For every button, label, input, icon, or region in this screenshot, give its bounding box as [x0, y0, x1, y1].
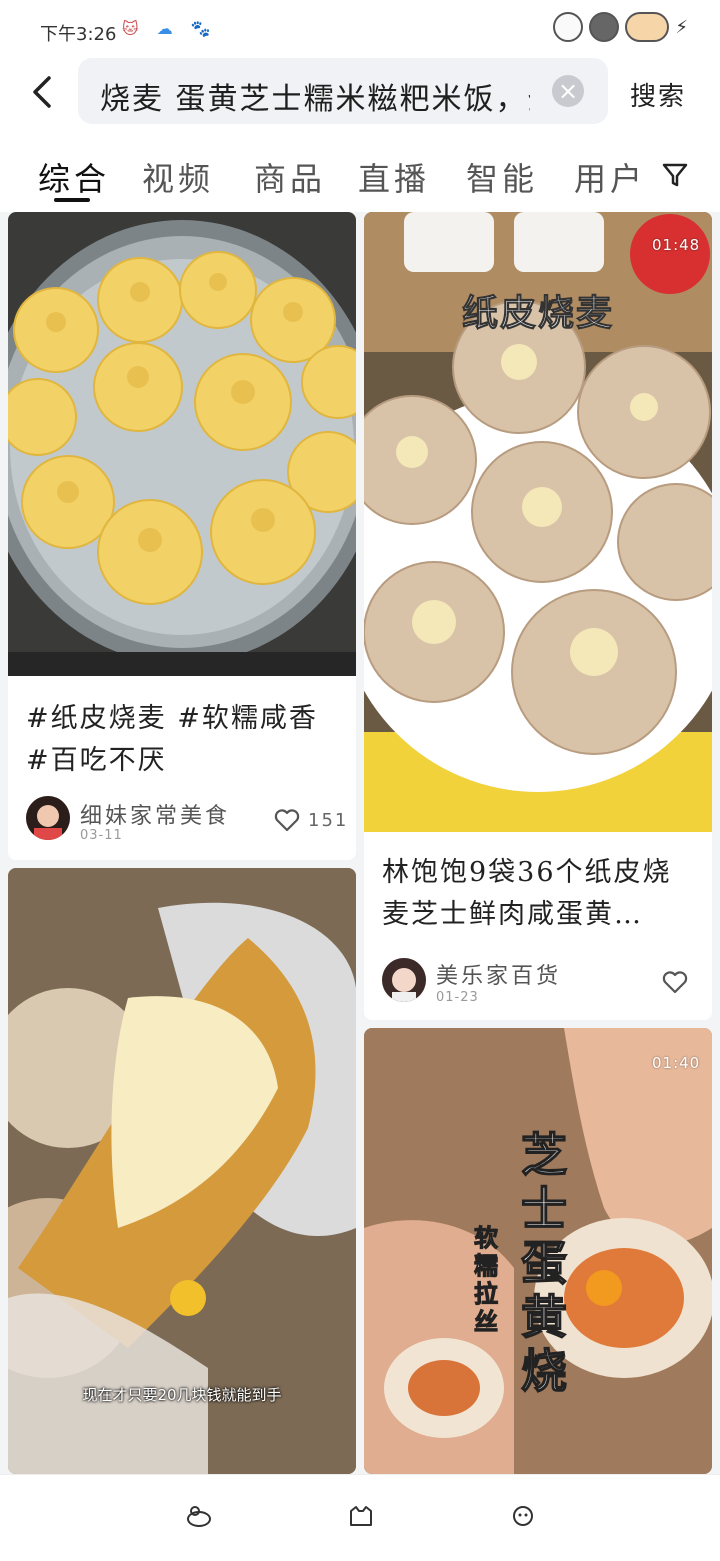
heart-icon[interactable]: [274, 808, 300, 832]
category-tabs: 综合 视频 商品 直播 智能 用户: [0, 146, 720, 206]
video-overlay-title: 芝士蛋黄烧: [520, 1127, 568, 1399]
bottom-navigation: [0, 1474, 720, 1561]
video-subtitle: 现在才只要20几块钱就能到手: [82, 1386, 282, 1404]
fish-pet-icon[interactable]: [510, 1505, 536, 1527]
status-notification-icons: 🐱 ☁ 🐾: [122, 19, 211, 38]
cat-face-icon: 🐱: [122, 19, 139, 38]
duck-pet-icon[interactable]: [186, 1505, 212, 1527]
steamer-dumplings-image: [8, 220, 356, 676]
status-bar: 下午3:26 🐱 ☁ 🐾 ⚡: [0, 0, 720, 60]
video-overlay-title: 纸皮烧麦: [461, 293, 615, 335]
card-caption: #纸皮烧麦 #软糯咸香 #百吃不厌: [26, 703, 318, 776]
cat-pet-icon[interactable]: [348, 1505, 374, 1527]
video-duration: 01:48: [652, 236, 701, 254]
author-name[interactable]: 美乐家百货: [436, 958, 561, 990]
result-card[interactable]: 纸皮烧麦 01:48 林饱饱9袋36个纸皮烧麦芝士鲜肉咸蛋黄… 美乐家百货 01…: [364, 212, 712, 1020]
search-input[interactable]: 烧麦 蛋黄芝士糯米糍粑米饭，蛋 ×: [78, 58, 608, 124]
result-card[interactable]: 芝士蛋黄烧 软糯拉丝 01:40: [364, 1028, 712, 1474]
chevron-left-icon: [33, 76, 51, 108]
fish-pet-icon: [625, 12, 670, 42]
result-card[interactable]: #纸皮烧麦 #软糯咸香 #百吃不厌 细妹家常美食 03-11 151: [8, 212, 356, 860]
heart-icon[interactable]: [662, 970, 688, 994]
tab-smart[interactable]: 智能: [466, 154, 538, 200]
search-query-text[interactable]: 烧麦 蛋黄芝士糯米糍粑米饭，蛋: [100, 74, 530, 118]
search-row: 烧麦 蛋黄芝士糯米糍粑米饭，蛋 × 搜索: [0, 58, 720, 126]
cat-pet-icon: [553, 12, 584, 42]
results-feed: #纸皮烧麦 #软糯咸香 #百吃不厌 细妹家常美食 03-11 151 纸皮烧麦 …: [0, 212, 720, 1474]
dark-cat-pet-icon: [589, 12, 620, 42]
author-name[interactable]: 细妹家常美食: [80, 798, 230, 830]
video-overlay-subtitle: 软糯拉丝: [474, 1224, 499, 1337]
like-count: 151: [308, 810, 349, 831]
charging-bolt-icon: ⚡: [675, 16, 688, 38]
card-thumbnail: [8, 212, 356, 676]
clear-icon[interactable]: ×: [552, 75, 584, 107]
card-thumbnail: 现在才只要20几块钱就能到手: [8, 868, 356, 1474]
card-caption: 林饱饱9袋36个纸皮烧麦芝士鲜肉咸蛋黄…: [382, 857, 672, 930]
search-button[interactable]: 搜索: [630, 76, 686, 113]
result-card[interactable]: 现在才只要20几块钱就能到手: [8, 868, 356, 1474]
active-tab-indicator: [54, 198, 90, 202]
avatar[interactable]: [382, 958, 426, 1002]
tab-users[interactable]: 用户: [574, 154, 646, 200]
status-time: 下午3:26: [40, 24, 117, 45]
cloud-icon: ☁: [156, 19, 173, 38]
avatar[interactable]: [26, 796, 70, 840]
tab-comprehensive[interactable]: 综合: [38, 154, 110, 200]
post-date: 01-23: [436, 990, 479, 1005]
paw-icon: 🐾: [190, 19, 211, 38]
post-date: 03-11: [80, 828, 123, 843]
tab-video[interactable]: 视频: [142, 154, 214, 200]
filter-icon[interactable]: [660, 160, 690, 190]
back-button[interactable]: [22, 70, 62, 114]
video-duration: 01:40: [652, 1054, 701, 1072]
tab-live[interactable]: 直播: [358, 154, 430, 200]
card-thumbnail: 纸皮烧麦: [364, 212, 712, 832]
card-thumbnail: 芝士蛋黄烧 软糯拉丝: [364, 1028, 712, 1474]
tab-products[interactable]: 商品: [254, 154, 326, 200]
status-pet-icons: ⚡: [553, 12, 688, 42]
